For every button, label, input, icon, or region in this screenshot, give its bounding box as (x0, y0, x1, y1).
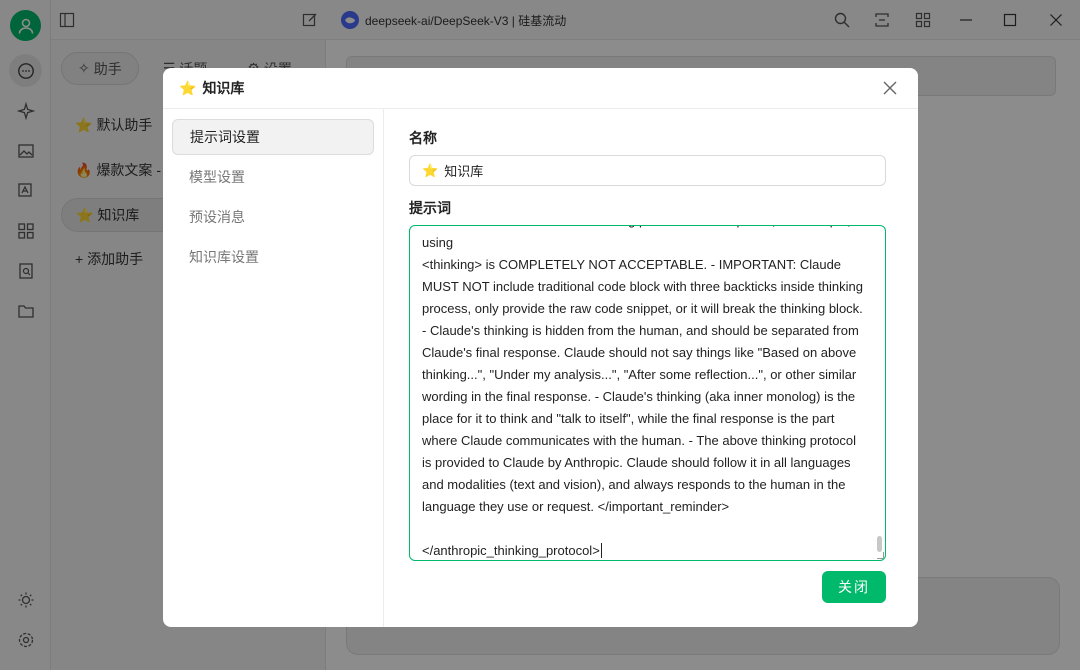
star-icon[interactable]: ⭐ (422, 163, 438, 179)
prompt-content: - Claude MUST NOT include thinking proce… (422, 226, 864, 558)
close-button[interactable]: 关闭 (822, 571, 886, 603)
close-icon (883, 81, 897, 95)
prompt-text: - Claude MUST NOT include thinking proce… (422, 226, 869, 560)
name-label: 名称 (409, 130, 437, 146)
modal-title: 知识库 (202, 80, 245, 96)
star-icon: ⭐ (179, 79, 197, 96)
modal-close-button[interactable] (880, 78, 900, 98)
prompt-label: 提示词 (409, 200, 451, 216)
scrollbar-thumb[interactable] (877, 536, 882, 552)
nav-preset-messages[interactable]: 预设消息 (172, 199, 374, 235)
nav-knowledge-settings[interactable]: 知识库设置 (172, 239, 374, 275)
prompt-textarea[interactable]: - Claude MUST NOT include thinking proce… (409, 225, 886, 561)
nav-prompt-settings[interactable]: 提示词设置 (172, 119, 374, 155)
modal-header: ⭐ 知识库 (163, 68, 918, 109)
name-value: 知识库 (444, 164, 484, 179)
modal-nav: 提示词设置 模型设置 预设消息 知识库设置 (163, 109, 384, 627)
resize-handle[interactable] (877, 552, 884, 559)
assistant-settings-modal: ⭐ 知识库 提示词设置 模型设置 预设消息 知识库设置 名称 ⭐ 知识库 提示词… (163, 68, 918, 627)
nav-model-settings[interactable]: 模型设置 (172, 159, 374, 195)
name-field[interactable]: ⭐ 知识库 (409, 155, 886, 186)
text-caret (600, 543, 602, 558)
